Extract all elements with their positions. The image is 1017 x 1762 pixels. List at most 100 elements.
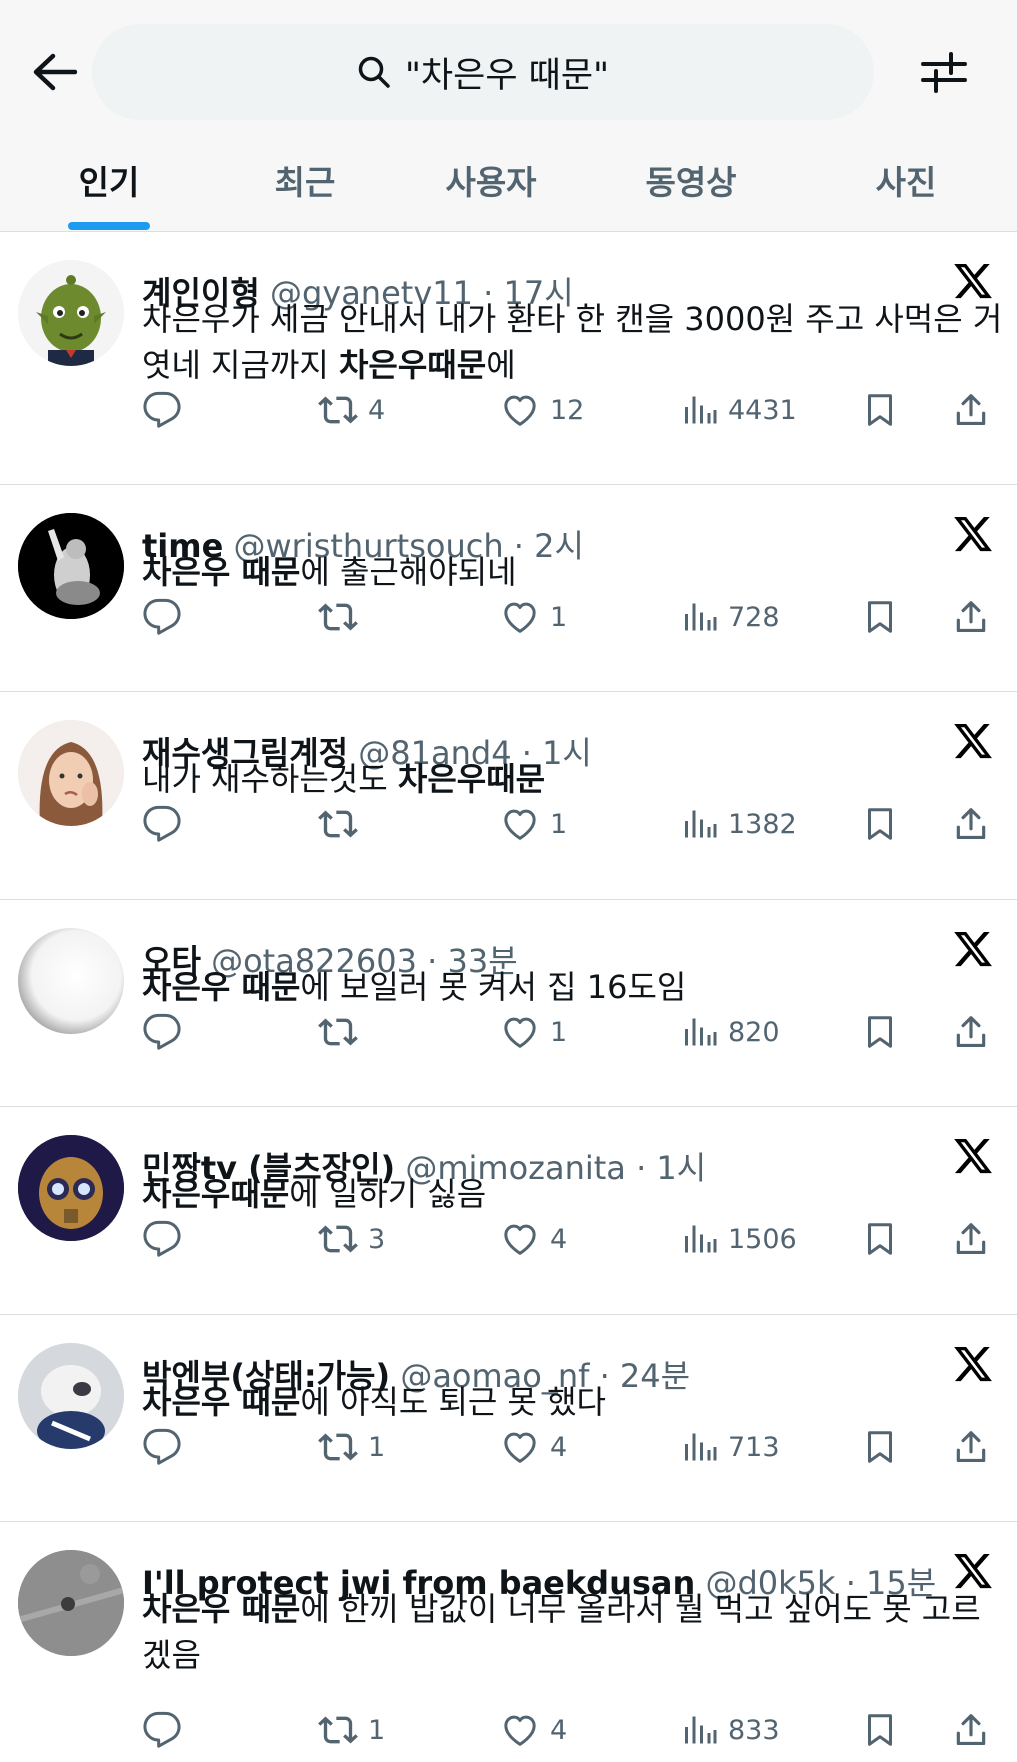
search-input[interactable]: "차은우 때문" [92,24,874,120]
reply-button[interactable] [142,800,182,848]
highlighted-term: 차은우 때문 [142,1383,301,1421]
tweet-card[interactable]: 박엔부(상태:가능) @aomao_nf · 24분 차은우 때문에 아직도 퇴… [0,1315,1017,1522]
views-button[interactable]: 820 [682,1008,780,1056]
search-header: "차은우 때문" 인기 최근 사용자 동영상 사진 [0,0,1017,232]
like-button[interactable]: 4 [500,1706,567,1754]
bookmark-button[interactable] [862,1215,898,1263]
share-button[interactable] [952,1423,990,1471]
heart-icon [500,1710,540,1750]
reply-button[interactable] [142,1423,182,1471]
search-icon [358,56,390,88]
views-count: 1506 [728,1223,797,1255]
retweet-button[interactable]: 3 [318,1215,385,1263]
share-icon [952,598,990,636]
bookmark-button[interactable] [862,1706,898,1754]
views-icon [682,1221,718,1257]
heart-icon [500,1219,540,1259]
tweet-card[interactable]: 재수생그림계정 @81and4 · 1시 내가 재수하는것도 차은우때문 1 13… [0,692,1017,900]
share-button[interactable] [952,1008,990,1056]
bookmark-button[interactable] [862,1008,898,1056]
share-button[interactable] [952,1706,990,1754]
tweet-card[interactable]: 오타 @ota822603 · 33분 차은우 때문에 보일러 못 켜서 집 1… [0,900,1017,1107]
like-button[interactable]: 1 [500,593,567,641]
tab-photos[interactable]: 사진 [845,142,967,232]
like-button[interactable]: 4 [500,1423,567,1471]
tweet-card[interactable]: time @wristhurtsouch · 2시 차은우 때문에 출근해야되네… [0,485,1017,692]
like-button[interactable]: 4 [500,1215,567,1263]
share-icon [952,1711,990,1749]
bookmark-button[interactable] [862,386,898,434]
views-icon [682,599,718,635]
retweet-button[interactable]: 1 [318,1706,385,1754]
views-icon [682,1712,718,1748]
reply-button[interactable] [142,1008,182,1056]
tweet-card[interactable]: 민짱tv (블츠장인) @mimozanita · 1시 차은우때문에 일하기 … [0,1107,1017,1315]
views-button[interactable]: 4431 [682,386,797,434]
heart-icon [500,1012,540,1052]
tweet-text-segment: 내가 재수하는것도 [142,760,398,798]
tweet-actions: 3 4 1506 [0,1215,1017,1263]
like-button[interactable]: 12 [500,386,584,434]
tab-videos[interactable]: 동영상 [630,142,752,232]
retweet-button[interactable]: 1 [318,1423,385,1471]
bookmark-icon [862,391,898,429]
share-button[interactable] [952,1215,990,1263]
reply-button[interactable] [142,1215,182,1263]
tab-label: 사진 [875,163,937,202]
share-button[interactable] [952,800,990,848]
tweet-card[interactable]: 계인이형 @gyanetv11 · 17시 차은우가 세금 안내서 내가 환타 … [0,232,1017,485]
tab-popular[interactable]: 인기 [48,142,170,232]
share-button[interactable] [952,386,990,434]
retweet-button[interactable]: 4 [318,386,385,434]
arrow-left-icon [33,53,77,91]
views-count: 1382 [728,808,797,840]
views-button[interactable]: 1382 [682,800,797,848]
tweet-actions: 1 4 713 [0,1423,1017,1471]
tweet-card[interactable]: I'll protect jwi from baekdusan @d0k5k ·… [0,1522,1017,1762]
views-button[interactable]: 833 [682,1706,780,1754]
retweet-button[interactable] [318,593,368,641]
highlighted-term: 차은우 때문 [142,968,301,1006]
back-button[interactable] [26,44,82,100]
tweet-text-segment: 에 출근해야되네 [300,553,517,591]
bookmark-icon [862,805,898,843]
tweet-actions: 1 4 833 [0,1706,1017,1754]
search-filter-button[interactable] [914,42,974,102]
avatar[interactable] [18,1550,124,1656]
retweet-count: 1 [368,1431,386,1463]
like-button[interactable]: 1 [500,1008,567,1056]
retweet-button[interactable] [318,1008,368,1056]
like-button[interactable]: 1 [500,800,567,848]
search-query: "차은우 때문" [404,55,610,96]
views-icon [682,1429,718,1465]
like-count: 1 [550,808,568,840]
reply-icon [142,1710,182,1750]
views-button[interactable]: 1506 [682,1215,797,1263]
avatar[interactable] [18,260,124,366]
tab-people[interactable]: 사용자 [430,142,552,232]
bookmark-icon [862,1220,898,1258]
share-button[interactable] [952,593,990,641]
retweet-button[interactable] [318,800,368,848]
tab-latest[interactable]: 최근 [244,142,366,232]
bookmark-button[interactable] [862,593,898,641]
bookmark-button[interactable] [862,800,898,848]
reply-button[interactable] [142,593,182,641]
views-button[interactable]: 728 [682,593,780,641]
bookmark-icon [862,1428,898,1466]
tweet-text: 내가 재수하는것도 차은우때문 [142,756,1004,802]
views-count: 833 [728,1714,780,1746]
reply-button[interactable] [142,386,182,434]
reply-button[interactable] [142,1706,182,1754]
like-count: 12 [550,394,585,426]
tweet-text-segment: 차은우가 세금 안내서 내가 환타 한 캔을 3000원 주고 사먹은 거엿네 … [142,300,1003,384]
like-count: 4 [550,1431,568,1463]
bookmark-button[interactable] [862,1423,898,1471]
views-button[interactable]: 713 [682,1423,780,1471]
highlighted-term: 차은우 때문 [142,1590,301,1628]
retweet-icon [318,390,358,430]
reply-icon [142,1427,182,1467]
retweet-icon [318,1710,358,1750]
tweet-actions: 1 728 [0,593,1017,641]
tab-label: 최근 [274,163,336,202]
